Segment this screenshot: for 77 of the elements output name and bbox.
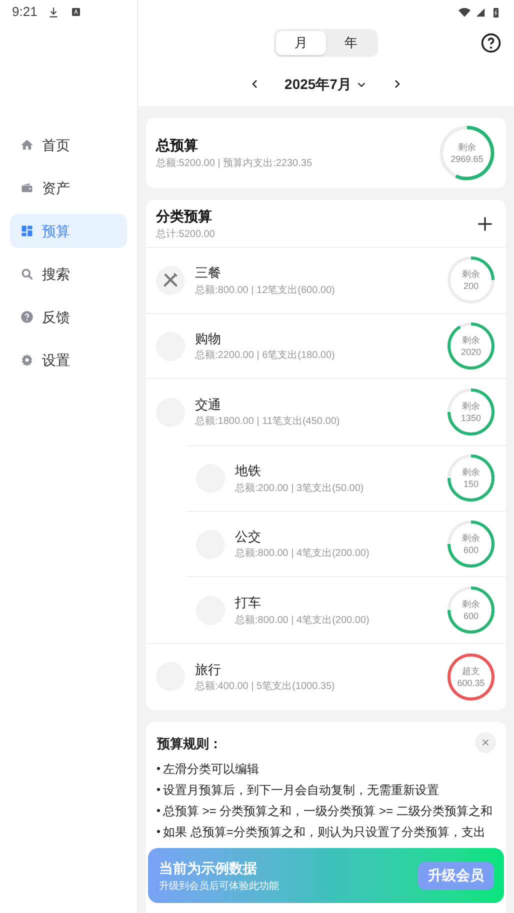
budget-summary: 总额:800.00 | 4笔支出(200.00) — [235, 546, 370, 562]
budget-summary: 总额:200.00 | 3笔支出(50.00) — [235, 482, 365, 496]
ring-value: 1350 — [460, 412, 482, 424]
wallet-icon — [20, 181, 34, 195]
ring-label: 剩余 — [462, 598, 480, 610]
nav-item[interactable]: 反馈 — [10, 300, 127, 334]
download-icon — [47, 6, 60, 18]
ring-label: 剩余 — [462, 334, 480, 346]
rule-text: 如果 总预算=分类预算之和，则认为只设置了分类预算，支出 — [163, 824, 486, 842]
bullet-icon — [157, 788, 160, 792]
clock: 9:21 — [12, 3, 38, 22]
category-row[interactable]: 公交 总额:800.00 | 4笔支出(200.00) 剩余 600 — [186, 512, 506, 578]
plus-icon — [476, 214, 494, 232]
category-row[interactable]: 购物 总额:2200.00 | 6笔支出(180.00) 剩余 2020 — [146, 314, 506, 380]
wifi-icon — [458, 6, 471, 18]
bullet-icon — [157, 809, 160, 812]
category-name: 公交 — [235, 528, 262, 546]
rule-text: 设置月预算后，到下一月会自动复制，无需重新设置 — [163, 782, 439, 800]
help-icon — [20, 310, 34, 324]
category-name: 购物 — [195, 330, 222, 348]
category-name: 三餐 — [195, 264, 222, 282]
ring-label: 剩余 — [462, 466, 480, 478]
category-name: 地铁 — [235, 462, 262, 480]
ring-value: 600 — [463, 610, 479, 622]
ring-label: 剩余 — [462, 532, 480, 544]
add-button[interactable] — [476, 214, 494, 232]
nav-item[interactable]: 设置 — [10, 343, 127, 377]
month-picker[interactable]: 2025年7月 — [280, 74, 372, 94]
rules-title: 预算规则： — [157, 734, 222, 753]
banner-subtitle: 升级到会员后可体验此功能 — [159, 880, 279, 894]
ring-value: 600.35 — [457, 676, 485, 689]
help-button[interactable] — [480, 32, 502, 54]
bullet-icon — [157, 830, 160, 834]
help-icon — [480, 32, 502, 54]
nav-item[interactable]: 首页 — [10, 128, 127, 162]
nav-item[interactable]: 资产 — [10, 171, 127, 205]
settings-icon — [20, 353, 34, 367]
budget-summary: 总计:5200.00 — [156, 228, 215, 242]
search-icon — [20, 267, 34, 281]
close-button[interactable] — [475, 732, 496, 753]
banner-title: 当前为示例数据 — [159, 858, 258, 878]
budget-summary: 总额:800.00 | 4笔支出(200.00) — [235, 614, 370, 628]
category-row[interactable]: 交通 总额:1800.00 | 11笔支出(450.00) 剩余 1350 — [146, 379, 506, 446]
budget-summary: 总额:2200.00 | 6笔支出(180.00) — [195, 348, 336, 364]
ring-value: 600 — [463, 544, 479, 556]
dashboard-icon — [20, 224, 34, 238]
card-title: 总预算 — [156, 136, 199, 155]
category-row[interactable]: 打车 总额:800.00 | 4笔支出(200.00) 剩余 600 — [186, 577, 506, 644]
nav-item[interactable]: 搜索 — [10, 257, 127, 291]
category-row[interactable]: 三餐 总额:800.00 | 12笔支出(600.00) 剩余 200 — [146, 248, 506, 314]
category-row[interactable]: 旅行 总额:400.00 | 5笔支出(1000.35) 超支 600.35 — [146, 644, 506, 710]
ring-label: 超支 — [462, 664, 480, 677]
signal-icon — [475, 6, 486, 18]
budget-summary: 总额:5200.00 | 预算内支出:2230.35 — [156, 156, 312, 171]
category-name: 打车 — [235, 594, 262, 612]
budget-summary: 总额:400.00 | 5笔支出(1000.35) — [195, 680, 336, 694]
rule-text: 总预算 >= 分类预算之和，一级分类预算 >= 二级分类预算之和 — [163, 803, 492, 820]
ring-label: 剩余 — [462, 400, 480, 412]
ring-label: 剩余 — [458, 141, 476, 153]
rule-text: 左滑分类可以编辑 — [163, 761, 259, 778]
bullet-icon — [157, 767, 160, 770]
ring-label: 剩余 — [462, 268, 480, 280]
category-name: 交通 — [195, 396, 222, 414]
ring-value: 2969.65 — [450, 153, 484, 165]
house-icon — [20, 138, 34, 152]
budget-summary: 总额:800.00 | 12笔支出(600.00) — [195, 284, 336, 298]
period-tab[interactable]: 年 — [326, 31, 376, 55]
ring-value: 2020 — [460, 346, 482, 358]
ring-value: 200 — [463, 280, 479, 292]
period-tab[interactable]: 月 — [276, 31, 326, 55]
category-row[interactable]: 地铁 总额:200.00 | 3笔支出(50.00) 剩余 150 — [186, 446, 506, 512]
card-title: 分类预算 — [156, 206, 213, 226]
budget-summary: 总额:1800.00 | 11笔支出(450.00) — [195, 414, 341, 430]
close-icon — [480, 736, 491, 748]
category-name: 旅行 — [195, 660, 222, 679]
notification-icon — [70, 6, 82, 18]
ring-value: 150 — [463, 478, 479, 490]
